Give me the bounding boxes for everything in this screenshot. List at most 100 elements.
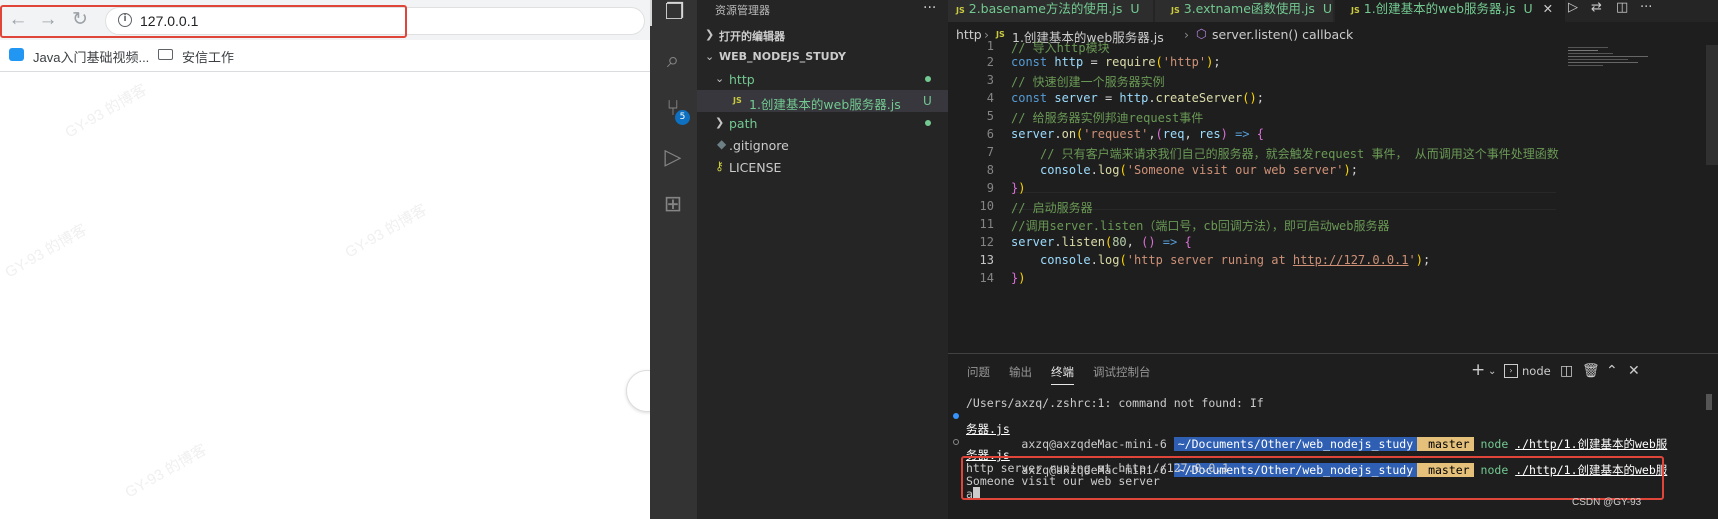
js-file-icon: JS	[996, 30, 1005, 39]
chevron-down-icon: ⌄	[705, 50, 715, 63]
close-icon[interactable]: ✕	[1543, 1, 1553, 16]
modified-dot	[925, 76, 931, 82]
terminal-scrollbar[interactable]	[1706, 394, 1712, 410]
terminal-prompt: axzq@axzqdeMac-mini-6 ~/Documents/Other/…	[953, 435, 1667, 477]
chevron-right-icon: ❯	[705, 28, 715, 41]
line-number: 14	[979, 271, 994, 285]
terminal-line: 务器.js	[966, 422, 1010, 436]
watermark: GY-93 的博客	[122, 441, 210, 502]
line-number: 3	[986, 73, 994, 87]
tree-item-gitignore[interactable]: ◆ .gitignore	[697, 134, 948, 156]
git-untracked-badge: U	[923, 94, 932, 108]
extensions-icon[interactable]: ⊞	[660, 192, 686, 218]
split-handle[interactable]	[626, 370, 650, 412]
trash-icon[interactable]: 🗑	[1582, 363, 1600, 379]
explorer-icon[interactable]: ❐	[650, 0, 697, 26]
tab-basename[interactable]: JS 2.basename方法的使用.js U	[948, 0, 1153, 22]
js-file-icon: JS	[956, 6, 965, 15]
tree-item-http[interactable]: ⌄ http	[697, 68, 948, 90]
code-line: server.on('request',(req, res) => {	[1011, 127, 1264, 141]
explorer-sidebar: 资源管理器 ··· ❯ 打开的编辑器 ⌄ WEB_NODEJS_STUDY ⌄ …	[697, 0, 948, 519]
maximize-panel-icon[interactable]: ⌃	[1606, 363, 1618, 379]
prompt-status-dot	[953, 413, 959, 419]
chevron-right-icon: ❯	[715, 116, 725, 129]
workspace-label: WEB_NODEJS_STUDY	[719, 50, 846, 63]
code-line: console.log('Someone visit our web serve…	[1040, 163, 1358, 177]
gitignore-icon: ◆	[717, 137, 727, 151]
chevron-right-icon: ›	[1184, 27, 1189, 42]
tab-label: 1.创建基本的web服务器.js	[1363, 1, 1516, 16]
js-file-icon: JS	[733, 96, 742, 105]
tab-extname[interactable]: JS 3.extname函数使用.js U	[1155, 0, 1333, 22]
code-editor[interactable]: 1 // 导入http模块 2 const http = require('ht…	[948, 39, 1718, 345]
output-highlight-box	[961, 456, 1664, 500]
tree-item-label: LICENSE	[729, 160, 782, 175]
code-line: // 给服务器实例邦迪request事件	[1011, 111, 1204, 125]
bottom-panel: 问题 输出 终端 调试控制台 + ⌄ › node ◫ 🗑 ⌃ ✕ /Users…	[948, 353, 1718, 519]
line-number: 4	[986, 91, 994, 105]
compare-icon[interactable]: ⇄	[1591, 0, 1602, 15]
code-line: const server = http.createServer();	[1011, 91, 1264, 105]
line-number: 6	[986, 127, 994, 141]
watermark: GY-93 的博客	[342, 201, 430, 262]
close-panel-icon[interactable]: ✕	[1628, 363, 1640, 379]
code-line: server.listen(80, () => {	[1011, 235, 1192, 249]
open-editors-section[interactable]: ❯ 打开的编辑器	[697, 24, 948, 46]
open-editors-label: 打开的编辑器	[719, 30, 785, 43]
tab-create-server[interactable]: JS 1.创建基本的web服务器.js U ✕	[1335, 0, 1565, 22]
line-number: 9	[986, 181, 994, 195]
editor-scrollbar[interactable]	[1706, 45, 1718, 165]
code-line: // 快速创建一个服务器实例	[1011, 75, 1165, 89]
code-line: // 启动服务器	[1011, 201, 1093, 215]
license-icon: ⚷	[715, 159, 724, 173]
bookmark-java[interactable]: Java入门基础视频...	[33, 47, 149, 66]
line-number: 5	[986, 109, 994, 123]
browser-toolbar: ← → ↻ i 127.0.0.1	[0, 0, 650, 40]
split-editor-icon[interactable]: ◫	[1616, 0, 1628, 15]
vscode-window: ❐ ⌕ ⑂ 5 ▷ ⊞ 资源管理器 ··· ❯ 打开的编辑器 ⌄ WEB_NOD…	[650, 0, 1718, 519]
browser-window: ← → ↻ i 127.0.0.1 Java入门基础视频... 安信工作 GY-…	[0, 0, 650, 519]
tab-terminal[interactable]: 终端	[1051, 364, 1074, 385]
bookmark-anxin[interactable]: 安信工作	[182, 47, 234, 66]
line-number: 12	[979, 235, 994, 249]
bilibili-icon	[9, 48, 24, 61]
split-terminal-icon[interactable]: ◫	[1560, 363, 1573, 379]
terminal-icon: ›	[1504, 364, 1518, 378]
prompt-status-dot	[953, 439, 959, 445]
csdn-credit: CSDN @GY-93	[1572, 497, 1642, 508]
line-number: 13	[979, 253, 994, 267]
tab-debug-console[interactable]: 调试控制台	[1093, 364, 1151, 380]
chevron-down-icon[interactable]: ⌄	[1488, 366, 1496, 377]
line-number: 1	[986, 39, 994, 53]
more-actions-icon[interactable]: ···	[1640, 0, 1652, 15]
tab-problems[interactable]: 问题	[967, 364, 990, 380]
modified-dot	[925, 120, 931, 126]
code-line: //调用server.listen（端口号，cb回调方法），即可启动web服务器	[1011, 219, 1390, 233]
search-icon[interactable]: ⌕	[660, 48, 686, 74]
code-line: })	[1011, 181, 1026, 195]
tab-label: 2.basename方法的使用.js	[968, 1, 1123, 16]
code-line: })	[1011, 271, 1026, 285]
breadcrumb-symbol[interactable]: server.listen() callback	[1212, 27, 1353, 42]
watermark: GY-93 的博客	[2, 221, 90, 282]
shell-label[interactable]: node	[1522, 364, 1551, 378]
bookmarks-bar: Java入门基础视频... 安信工作	[0, 40, 650, 72]
more-actions-icon[interactable]: ···	[923, 0, 936, 16]
code-line: // 只有客户端来请求我们自己的服务器，就会触发request 事件， 从而调用…	[1040, 147, 1559, 161]
tree-item-license[interactable]: ⚷ LICENSE	[697, 156, 948, 178]
line-number: 7	[986, 145, 994, 159]
tab-badge: U	[1523, 1, 1533, 16]
tab-output[interactable]: 输出	[1009, 364, 1032, 380]
tree-item-path[interactable]: ❯ path	[697, 112, 948, 134]
editor-area: JS 2.basename方法的使用.js U JS 3.extname函数使用.j…	[948, 0, 1718, 353]
minimap[interactable]	[1568, 45, 1658, 75]
new-terminal-icon[interactable]: +	[1471, 360, 1485, 380]
symbol-icon: ⬡	[1196, 26, 1207, 41]
run-icon[interactable]: ▷	[1568, 0, 1578, 15]
tab-bar: JS 2.basename方法的使用.js U JS 3.extname函数使用.j…	[948, 0, 1718, 22]
code-line: const http = require('http');	[1011, 55, 1221, 69]
tree-item-active-file[interactable]: JS 1.创建基本的web服务器.js U	[697, 90, 948, 112]
code-line: console.log('http server runing at http:…	[1040, 253, 1431, 267]
workspace-section[interactable]: ⌄ WEB_NODEJS_STUDY	[697, 46, 948, 68]
run-debug-icon[interactable]: ▷	[660, 145, 686, 171]
